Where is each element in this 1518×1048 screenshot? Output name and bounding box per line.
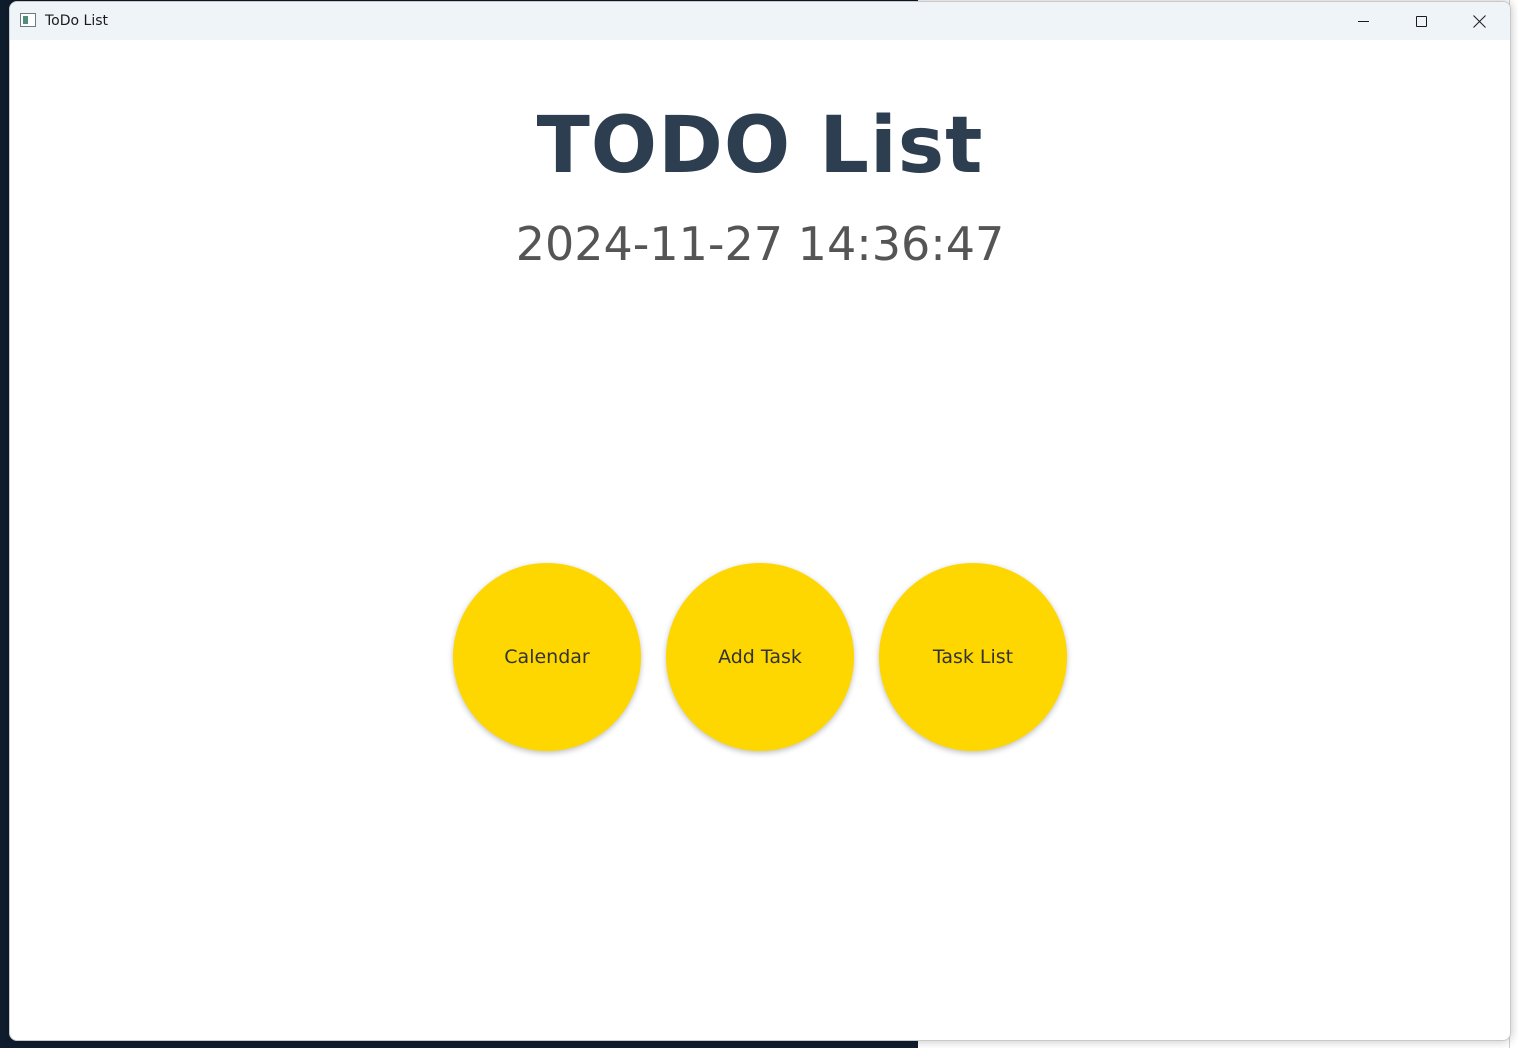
maximize-button[interactable] (1392, 2, 1450, 40)
add-task-button[interactable]: Add Task (666, 563, 854, 751)
title-bar[interactable]: ToDo List (10, 2, 1510, 40)
current-datetime: 2024-11-27 14:36:47 (515, 217, 1005, 271)
close-icon (1473, 15, 1486, 28)
page-title: TODO List (536, 101, 984, 191)
app-window-icon[interactable] (20, 13, 36, 27)
main-content: TODO List 2024-11-27 14:36:47 Calendar A… (10, 40, 1510, 1040)
calendar-button[interactable]: Calendar (453, 563, 641, 751)
minimize-icon (1357, 20, 1369, 22)
maximize-icon (1415, 15, 1427, 27)
task-list-button[interactable]: Task List (879, 563, 1067, 751)
close-button[interactable] (1450, 2, 1508, 40)
window-title: ToDo List (45, 13, 109, 29)
minimize-button[interactable] (1334, 2, 1392, 40)
app-window: ToDo List TODO List 2024-11-27 14:36:47 … (9, 1, 1511, 1041)
